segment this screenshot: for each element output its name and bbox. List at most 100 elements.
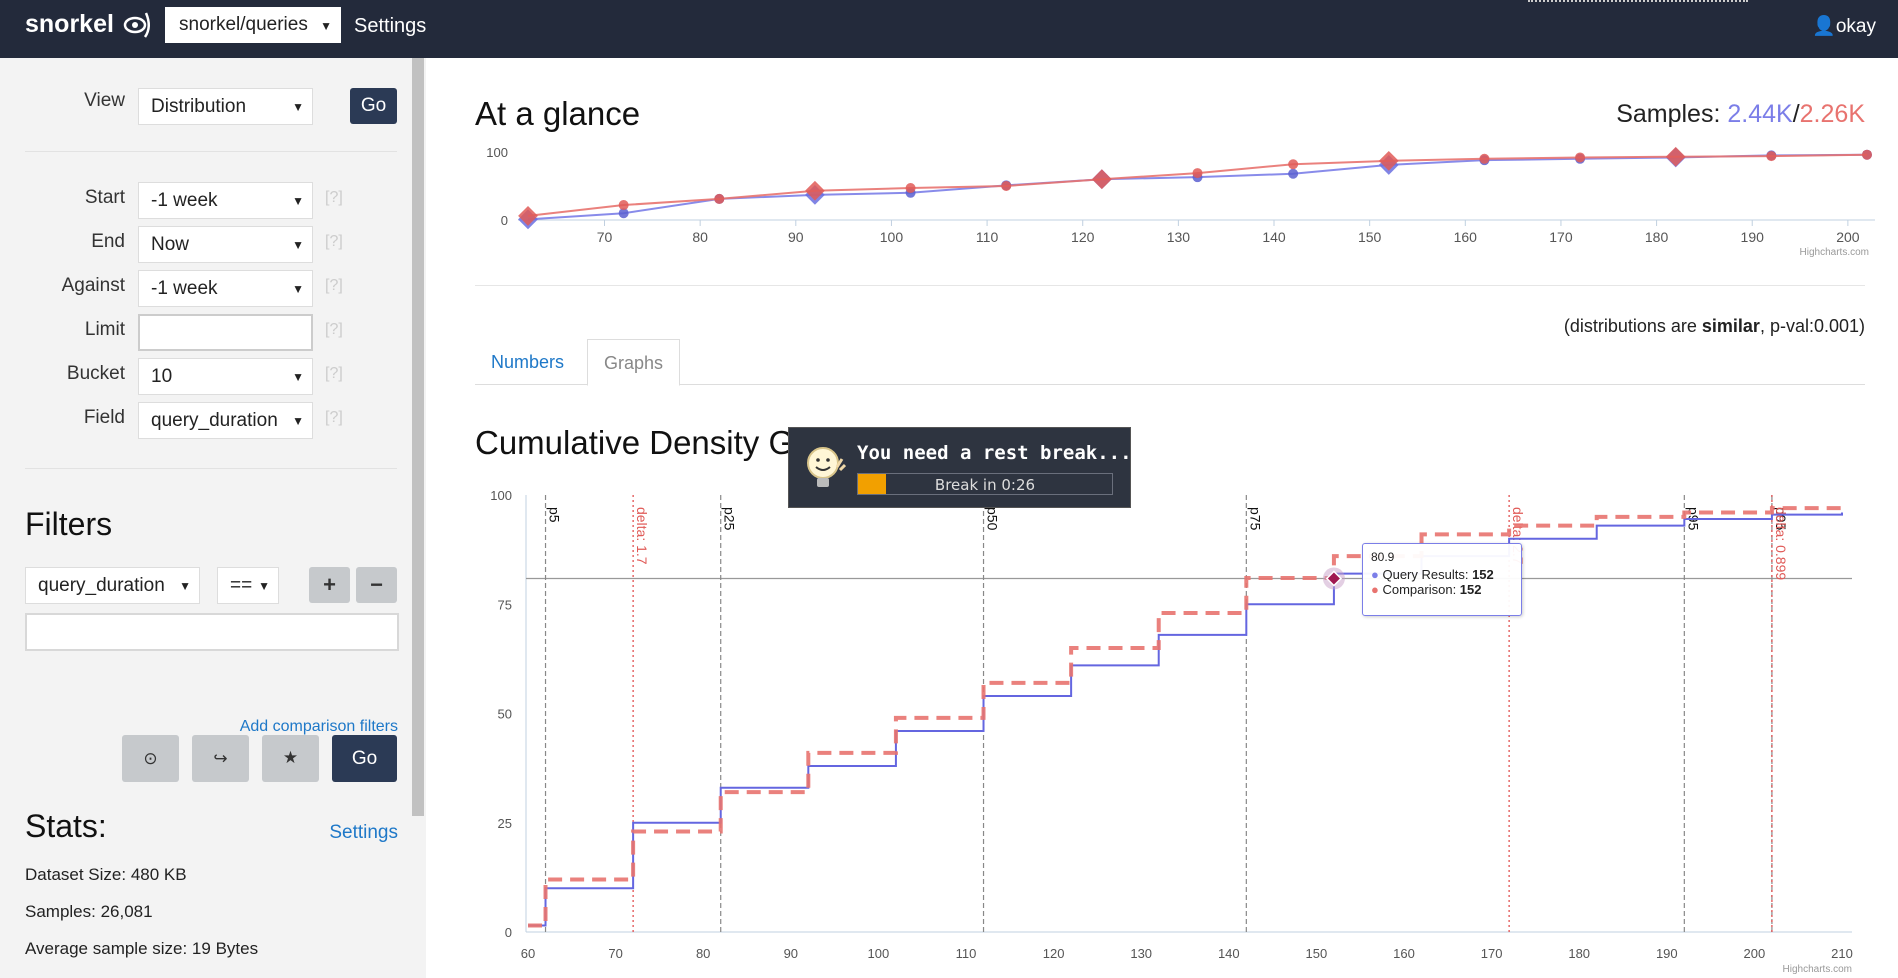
- x-tick-label: 160: [1454, 229, 1478, 245]
- limit-label: Limit: [84, 319, 125, 340]
- data-point: [1479, 153, 1490, 164]
- tab-numbers[interactable]: Numbers: [475, 339, 580, 385]
- add-filter-button[interactable]: +: [309, 567, 350, 603]
- x-tick-label: 70: [608, 946, 622, 961]
- divider: [25, 468, 397, 469]
- x-tick-label: 190: [1741, 229, 1765, 245]
- rest-break-title: You need a rest break...: [857, 442, 1132, 464]
- x-tick-label: 120: [1071, 229, 1095, 245]
- field-select-value: query_duration: [151, 410, 278, 431]
- filter-value-input[interactable]: [25, 613, 399, 651]
- data-point: [1091, 169, 1112, 190]
- percentile-label: p5: [547, 507, 563, 523]
- field-label: Field: [83, 407, 125, 428]
- view-select-value: Distribution: [151, 96, 247, 117]
- start-select[interactable]: -1 week ▼: [138, 182, 313, 219]
- x-tick-label: 130: [1167, 229, 1191, 245]
- against-select[interactable]: -1 week ▼: [138, 270, 313, 307]
- data-point: [1192, 168, 1203, 179]
- data-point: [1862, 149, 1872, 160]
- series-line-1: [527, 153, 1868, 217]
- similarity-suffix: , p-val:0.001): [1759, 316, 1865, 336]
- x-tick-label: 140: [1218, 946, 1240, 961]
- stats-settings-link[interactable]: Settings: [329, 822, 398, 844]
- caret-down-icon: ▼: [258, 579, 270, 593]
- x-tick-label: 210: [1831, 946, 1853, 961]
- tooltip-series-1: ● Query Results: 152: [1371, 567, 1513, 582]
- against-help-link[interactable]: [?]: [325, 277, 343, 295]
- user-icon: 👤: [1812, 16, 1836, 37]
- run-query-go-button[interactable]: Go: [332, 735, 397, 782]
- nav-divider: [1528, 0, 1748, 2]
- y-tick-label: 75: [498, 597, 512, 612]
- filter-field-value: query_duration: [38, 575, 165, 596]
- tooltip-s2-label: Comparison:: [1382, 582, 1460, 597]
- user-menu[interactable]: 👤okay: [1812, 14, 1876, 38]
- sidebar: View Distribution ▼ Go Start -1 week ▼ [?]…: [0, 58, 426, 978]
- start-help-link[interactable]: [?]: [325, 189, 343, 207]
- glance-title: At a glance: [475, 95, 641, 132]
- app-logo[interactable]: snorkel: [25, 10, 114, 39]
- x-tick-label: 100: [880, 229, 904, 245]
- against-label: Against: [61, 275, 125, 296]
- view-select[interactable]: Distribution ▼: [138, 88, 313, 125]
- limit-input[interactable]: [138, 314, 313, 351]
- bucket-select-value: 10: [151, 366, 173, 387]
- end-select[interactable]: Now ▼: [138, 226, 313, 263]
- download-button[interactable]: ⊙: [122, 735, 179, 782]
- tab-graphs[interactable]: Graphs: [587, 339, 681, 386]
- sidebar-scrollbar[interactable]: [412, 58, 424, 816]
- download-icon: ⊙: [143, 749, 158, 768]
- filter-op-select[interactable]: == ▼: [217, 567, 279, 604]
- data-point: [1575, 152, 1586, 163]
- view-go-button[interactable]: Go: [350, 88, 397, 124]
- cdf-title: Cumulative Density G: [475, 424, 795, 461]
- samples-summary: Samples: 2.44K/2.26K: [1616, 100, 1865, 129]
- data-point: [518, 206, 538, 226]
- divider: [25, 151, 397, 152]
- caret-down-icon: ▼: [292, 282, 304, 296]
- chart-credit: Highcharts.com: [1800, 247, 1869, 258]
- break-progress-label: Break in 0:26: [934, 476, 1036, 494]
- share-button[interactable]: ↪: [192, 735, 249, 782]
- end-help-link[interactable]: [?]: [325, 233, 343, 251]
- x-tick-label: 160: [1393, 946, 1415, 961]
- tooltip-s1-value: 152: [1472, 567, 1494, 582]
- add-comparison-filters-link[interactable]: Add comparison filters: [240, 718, 398, 736]
- bucket-help-link[interactable]: [?]: [325, 365, 343, 383]
- caret-down-icon: ▼: [292, 238, 304, 252]
- samples-label: Samples:: [1616, 100, 1728, 128]
- stats-average-sample-size: Average sample size: 19 Bytes: [25, 939, 259, 958]
- data-point: [714, 193, 725, 204]
- end-select-value: Now: [151, 234, 190, 255]
- x-tick-label: 90: [784, 946, 798, 961]
- x-tick-label: 120: [1043, 946, 1065, 961]
- save-star-button[interactable]: ★: [262, 735, 319, 782]
- field-help-link[interactable]: [?]: [325, 409, 343, 427]
- caret-down-icon: ▼: [292, 194, 304, 208]
- tooltip-s2-value: 152: [1459, 582, 1482, 597]
- divider: [475, 285, 1865, 286]
- user-name: okay: [1835, 16, 1876, 37]
- cdf-series-0: [528, 512, 1843, 927]
- limit-help-link[interactable]: [?]: [325, 321, 343, 339]
- field-select[interactable]: query_duration ▼: [138, 402, 313, 439]
- x-tick-label: 150: [1306, 946, 1328, 961]
- dataset-select[interactable]: snorkel/queries ▼: [165, 7, 341, 43]
- samples-separator: /: [1792, 100, 1800, 128]
- samples-comparison-count: 2.26K: [1799, 100, 1865, 128]
- y-tick-label: 50: [498, 707, 512, 722]
- bucket-select[interactable]: 10 ▼: [138, 358, 313, 395]
- remove-filter-button[interactable]: −: [356, 567, 397, 603]
- break-progress-bar: Break in 0:26: [857, 473, 1113, 495]
- y-tick-label: 0: [505, 925, 512, 940]
- star-icon: ★: [282, 748, 299, 767]
- x-tick-label: 150: [1358, 229, 1382, 245]
- start-label: Start: [84, 187, 125, 208]
- nav-settings-link[interactable]: Settings: [354, 15, 426, 38]
- rest-break-popup[interactable]: You need a rest break... Break in 0:26: [788, 427, 1132, 508]
- x-tick-label: 130: [1130, 946, 1152, 961]
- stats-samples: Samples: 26,081: [25, 902, 153, 921]
- dataset-select-value: snorkel/queries: [179, 14, 308, 35]
- filter-field-select[interactable]: query_duration ▼: [25, 567, 200, 604]
